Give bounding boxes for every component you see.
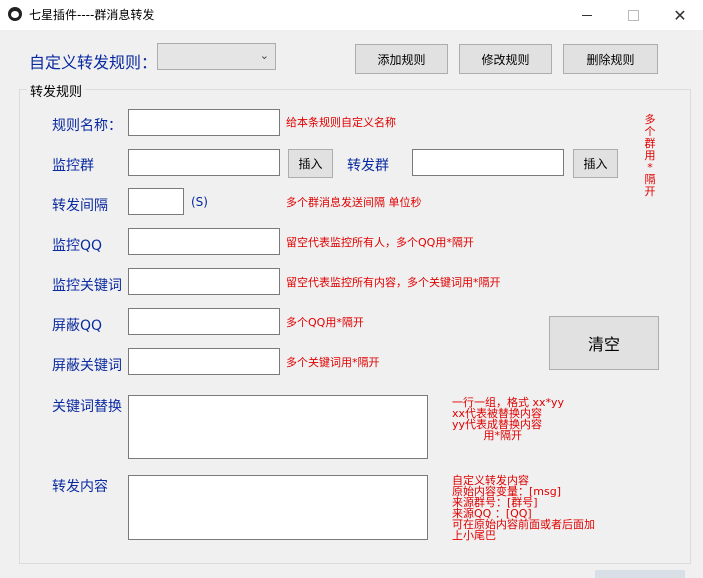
rule-select-label: 自定义转发规则： xyxy=(29,53,158,72)
insert-forward-group-button[interactable]: 插入 xyxy=(573,149,618,178)
interval-input[interactable] xyxy=(128,188,184,215)
window-title: 七星插件----群消息转发 xyxy=(29,8,155,22)
main-window: 七星插件----群消息转发 ✕ 自定义转发规则： ⌄ 添加规则 修改规则 删除规… xyxy=(0,0,703,578)
insert-monitor-group-button[interactable]: 插入 xyxy=(288,149,333,178)
block-qq-hint: 多个QQ用*隔开 xyxy=(286,316,364,329)
forward-content-textarea[interactable] xyxy=(128,475,428,540)
maximize-button[interactable] xyxy=(610,0,656,30)
block-keyword-label: 屏蔽关键词 xyxy=(52,358,122,374)
add-rule-button[interactable]: 添加规则 xyxy=(355,44,448,74)
minimize-button[interactable] xyxy=(564,0,610,30)
close-button[interactable]: ✕ xyxy=(657,0,703,30)
group-title: 转发规则 xyxy=(27,81,86,100)
block-keyword-input[interactable] xyxy=(128,348,280,375)
rule-name-label: 规则名称： xyxy=(52,118,122,134)
forward-content-hint: 自定义转发内容 原始内容变量：[msg] 来源群号：[群号] 来源QQ ：[QQ… xyxy=(452,474,595,542)
interval-hint: 多个群消息发送间隔 单位秒 xyxy=(286,196,422,209)
monitor-keyword-label: 监控关键词 xyxy=(52,278,122,294)
chevron-down-icon: ⌄ xyxy=(259,49,269,62)
keyword-replace-textarea[interactable] xyxy=(128,395,428,459)
close-icon: ✕ xyxy=(673,5,687,25)
monitor-qq-input[interactable] xyxy=(128,228,280,255)
maximize-icon xyxy=(627,9,639,21)
minimize-icon xyxy=(582,14,592,16)
forward-content-label: 转发内容 xyxy=(52,479,108,495)
rule-name-hint: 给本条规则自定义名称 xyxy=(286,116,396,129)
rule-name-input[interactable] xyxy=(128,109,280,136)
block-qq-label: 屏蔽QQ xyxy=(52,318,103,334)
clear-button[interactable]: 清空 xyxy=(549,316,659,370)
rule-select[interactable]: ⌄ xyxy=(157,43,276,70)
delete-rule-button[interactable]: 删除规则 xyxy=(563,44,658,74)
block-qq-input[interactable] xyxy=(128,308,280,335)
monitor-group-input[interactable] xyxy=(128,149,280,176)
title-bar: 七星插件----群消息转发 ✕ xyxy=(0,0,703,30)
forward-group-input[interactable] xyxy=(412,149,564,176)
interval-label: 转发间隔 xyxy=(52,198,108,214)
interval-unit: (S) xyxy=(191,195,208,209)
keyword-replace-hint: 一行一组，格式 xx*yy xx代表被替换内容 yy代表成替换内容 用*隔开 xyxy=(452,396,565,442)
block-keyword-hint: 多个关键词用*隔开 xyxy=(286,356,380,369)
monitor-keyword-input[interactable] xyxy=(128,268,280,295)
monitor-qq-hint: 留空代表监控所有人，多个QQ用*隔开 xyxy=(286,236,474,249)
keyword-replace-label: 关键词替换 xyxy=(52,399,122,415)
monitor-group-label: 监控群 xyxy=(52,158,94,174)
app-icon xyxy=(8,7,22,21)
monitor-qq-label: 监控QQ xyxy=(52,238,103,254)
forward-group-side-hint: 多个群用*隔开 xyxy=(644,113,656,198)
monitor-keyword-hint: 留空代表监控所有内容，多个关键词用*隔开 xyxy=(286,276,501,289)
taskbar-strip xyxy=(595,570,685,578)
forward-group-label: 转发群 xyxy=(347,158,389,174)
edit-rule-button[interactable]: 修改规则 xyxy=(459,44,552,74)
